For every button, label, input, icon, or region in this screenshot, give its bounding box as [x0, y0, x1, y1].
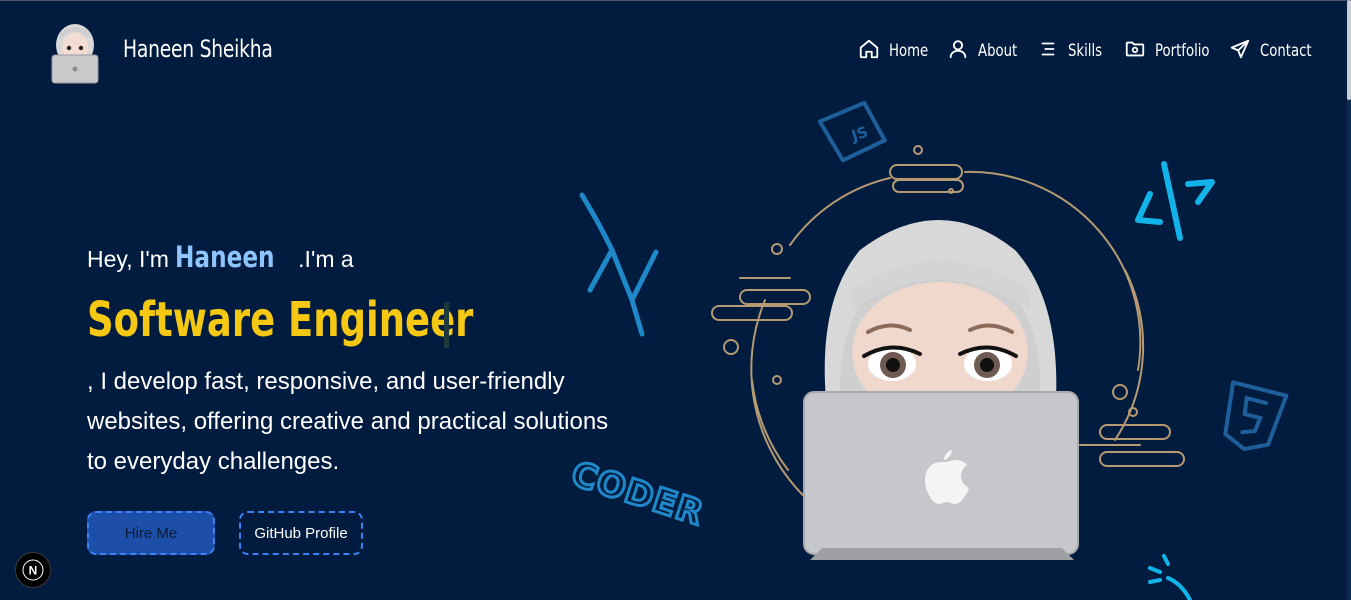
spark-doodle-icon: [1148, 554, 1192, 600]
html5-shield-icon: [1223, 380, 1289, 452]
js-badge-icon: JS: [817, 100, 887, 163]
typing-caret: [444, 302, 449, 348]
main-nav: Home About Skills Portfolio Contact: [0, 37, 1347, 65]
list-icon: [1037, 38, 1059, 65]
nav-label-about: About: [978, 41, 1018, 61]
laptop-illustration: [803, 391, 1079, 560]
hero-description: , I develop fast, responsive, and user-f…: [87, 368, 609, 475]
svg-text:JS: JS: [848, 123, 870, 145]
nextjs-icon: N: [22, 559, 44, 581]
greeting-suffix: .I'm a: [298, 246, 354, 272]
send-icon: [1229, 38, 1251, 65]
nav-label-portfolio: Portfolio: [1155, 41, 1210, 61]
user-icon: [947, 38, 969, 65]
nav-label-skills: Skills: [1068, 41, 1103, 61]
nav-label-home: Home: [889, 41, 929, 61]
greeting-prefix: Hey, I'm: [87, 246, 169, 272]
hero-greeting: Hey, I'm Haneen .I'm a: [87, 240, 354, 274]
nav-item-home[interactable]: Home: [858, 37, 939, 65]
role-typewriter: Software Engineer: [87, 292, 589, 352]
site-header: Haneen Sheikha Home About Skills Portfol…: [0, 1, 1347, 99]
nextjs-badge[interactable]: N: [15, 552, 51, 588]
code-brackets-icon: [1135, 161, 1215, 241]
scrollbar-thumb[interactable]: [1347, 0, 1351, 100]
hero-illustration: JS CODER: [565, 100, 1289, 600]
hire-me-button[interactable]: Hire Me: [87, 511, 215, 555]
svg-text:N: N: [29, 564, 38, 578]
nav-label-contact: Contact: [1260, 41, 1312, 61]
role-title: Software Engineer: [87, 292, 474, 348]
github-profile-button[interactable]: GitHub Profile: [239, 511, 363, 555]
svg-text:CODER: CODER: [567, 454, 709, 534]
home-icon: [858, 38, 880, 65]
coder-sticker-icon: CODER: [565, 452, 710, 535]
lightning-doodle-icon: [579, 192, 659, 337]
nav-item-portfolio[interactable]: Portfolio: [1124, 37, 1225, 65]
hero-name: Haneen: [175, 240, 275, 274]
nav-item-about[interactable]: About: [947, 37, 1028, 65]
nav-item-skills[interactable]: Skills: [1037, 37, 1112, 65]
folder-icon: [1124, 38, 1146, 65]
nav-item-contact[interactable]: Contact: [1229, 37, 1326, 65]
